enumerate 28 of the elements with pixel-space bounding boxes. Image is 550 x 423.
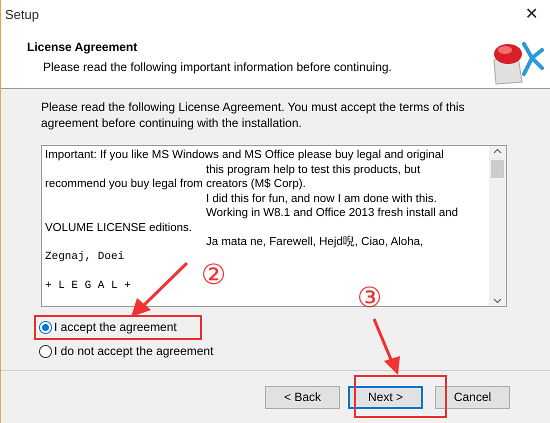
- scroll-up-icon[interactable]: [493, 148, 502, 154]
- license-text-line: + L E G A L +: [45, 278, 131, 293]
- dialog-button[interactable]: < Back: [265, 386, 340, 408]
- license-text-line: Working in W8.1 and Office 2013 fresh install and: [206, 206, 458, 220]
- instructions-text: Please read the following License Agreement. You must accept the terms of this agreement before continuing with the installation.: [41, 99, 466, 131]
- license-text-line: Important: If you like MS Windows and MS Office please buy legal and original: [45, 148, 444, 162]
- license-text-line: Ja mata ne, Farewell, Hejd唲, Ciao, Aloha,: [206, 235, 424, 250]
- scrollbar[interactable]: [489, 146, 506, 306]
- radio-label[interactable]: I do not accept the agreement: [54, 342, 214, 360]
- window-title: Setup: [5, 6, 39, 24]
- scroll-down-icon[interactable]: [493, 298, 502, 304]
- license-text-line: this program help to test this products, but: [206, 162, 420, 177]
- arrow: [129, 262, 189, 318]
- header-subtitle: Please read the following important information before continuing.: [42, 59, 392, 76]
- radio-button[interactable]: [39, 320, 52, 334]
- dialog-button[interactable]: Cancel: [435, 386, 510, 408]
- license-text-line: recommend you buy legal from creators (M$ Corp).: [45, 177, 306, 192]
- radio-label[interactable]: I accept the agreement: [54, 318, 177, 336]
- license-text-line: Zegnaj, Doei: [45, 250, 124, 264]
- license-text-line: I did this for fun, and now I am done with this.: [206, 192, 437, 206]
- close-button[interactable]: ✕: [525, 3, 538, 27]
- license-text-line: VOLUME LICENSE editions.: [45, 220, 192, 235]
- scroll-thumb[interactable]: [491, 160, 504, 178]
- dialog-button[interactable]: Next >: [348, 386, 423, 408]
- step-number: ③: [357, 283, 382, 313]
- radio-button[interactable]: [39, 344, 52, 358]
- arrow: [373, 318, 403, 376]
- header-title: License Agreement: [27, 39, 138, 56]
